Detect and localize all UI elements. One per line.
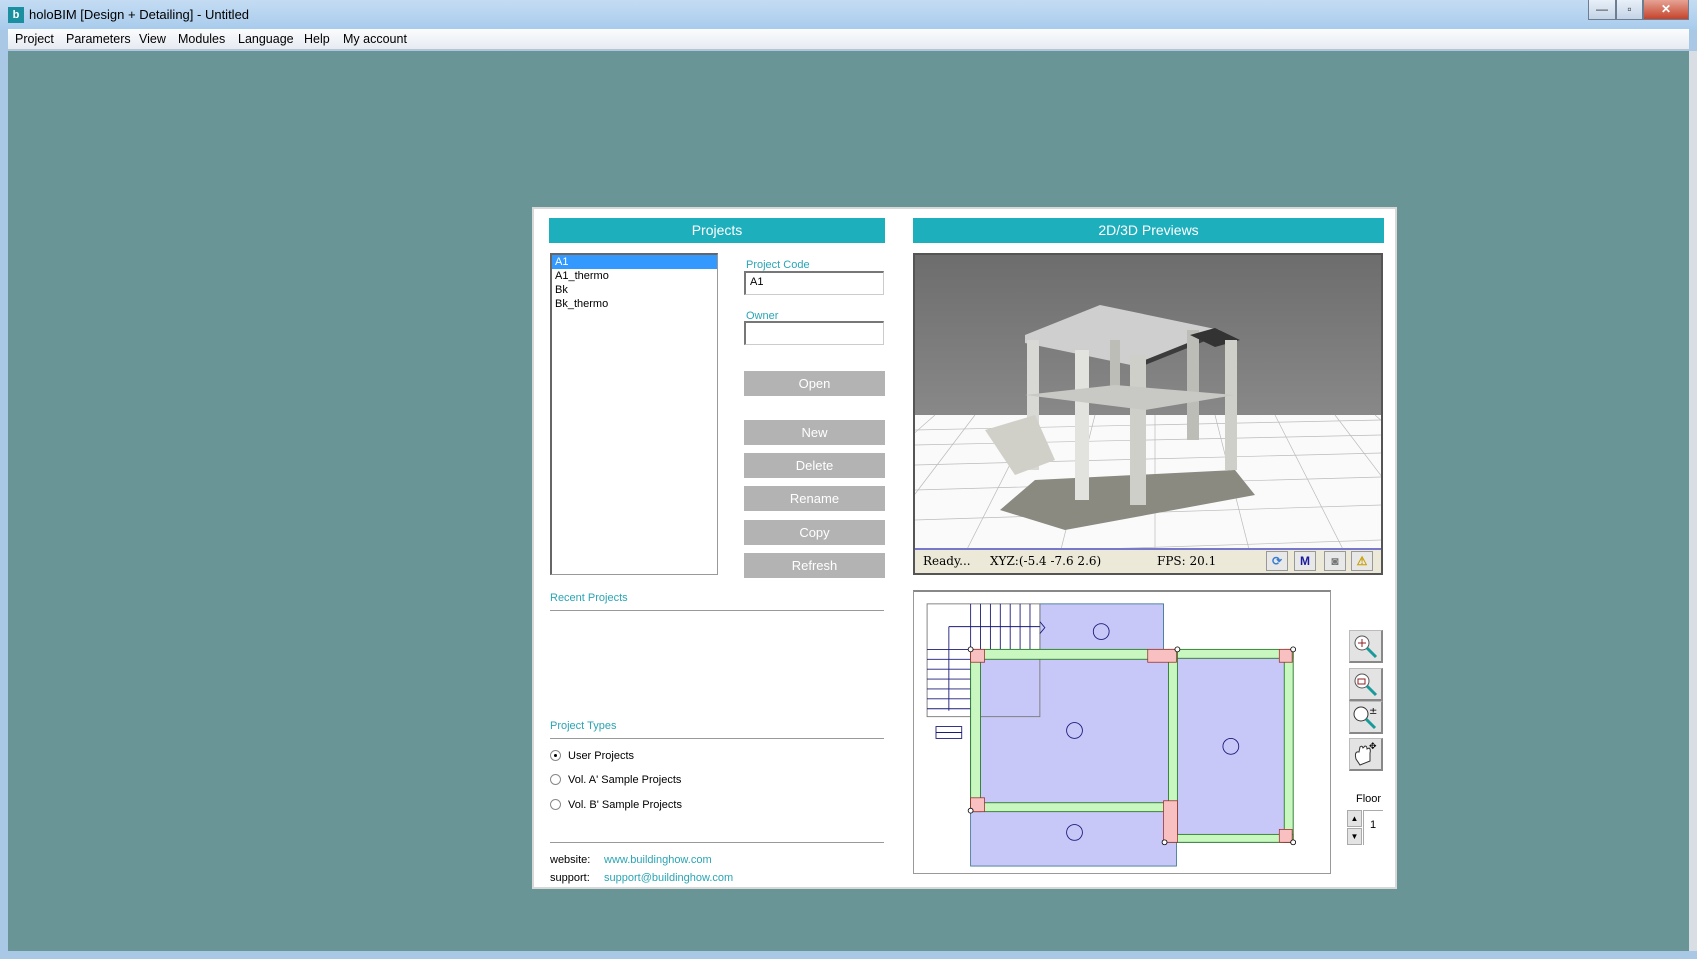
zoom-in-out-button[interactable]: ± xyxy=(1349,701,1383,734)
2d-plan-preview[interactable] xyxy=(913,590,1331,874)
3d-preview[interactable]: Ready... XYZ:(-5.4 -7.6 2.6) FPS: 20.1 ⟳… xyxy=(913,253,1383,575)
list-item[interactable]: A1 xyxy=(552,255,717,269)
website-label: website: xyxy=(550,854,591,866)
menu-modules[interactable]: Modules xyxy=(178,32,225,46)
m-button[interactable]: M xyxy=(1294,551,1316,571)
3d-model-render xyxy=(915,255,1381,573)
menu-help[interactable]: Help xyxy=(304,32,330,46)
open-button[interactable]: Open xyxy=(744,371,885,396)
list-item[interactable]: Bk xyxy=(552,283,717,297)
floor-up-button[interactable]: ▲ xyxy=(1347,810,1362,827)
svg-text:±: ± xyxy=(1369,706,1377,717)
zoom-window-button[interactable] xyxy=(1349,668,1383,701)
title-bar: b holoBIM [Design + Detailing] - Untitle… xyxy=(0,0,1697,30)
menu-view[interactable]: View xyxy=(139,32,166,46)
support-label: support: xyxy=(550,872,590,884)
support-link[interactable]: support@buildinghow.com xyxy=(604,872,733,884)
floor-value[interactable]: 1 xyxy=(1363,810,1383,845)
divider xyxy=(550,842,884,843)
project-code-label: Project Code xyxy=(746,259,810,271)
radio-label: Vol. B' Sample Projects xyxy=(568,799,682,811)
project-dialog: Projects 2D/3D Previews A1 A1_thermo Bk … xyxy=(532,207,1397,889)
radio-user-projects[interactable]: User Projects xyxy=(550,750,634,762)
refresh-button[interactable]: Refresh xyxy=(744,553,885,578)
previews-header: 2D/3D Previews xyxy=(913,218,1384,243)
status-bar: Ready... XYZ:(-5.4 -7.6 2.6) FPS: 20.1 ⟳… xyxy=(915,548,1381,573)
floor-plan-drawing xyxy=(926,603,1297,867)
owner-input[interactable] xyxy=(744,321,884,345)
project-types-label: Project Types xyxy=(550,720,617,732)
radio-label: Vol. A' Sample Projects xyxy=(568,774,682,786)
window-border xyxy=(1689,51,1697,951)
website-link[interactable]: www.buildinghow.com xyxy=(604,854,712,866)
floor-down-button[interactable]: ▼ xyxy=(1347,828,1362,845)
recent-projects-label: Recent Projects xyxy=(550,592,628,604)
projects-header: Projects xyxy=(549,218,885,243)
rename-button[interactable]: Rename xyxy=(744,486,885,511)
menu-my-account[interactable]: My account xyxy=(343,32,407,46)
app-icon: b xyxy=(8,7,24,23)
radio-unchecked-icon xyxy=(550,799,561,810)
zoom-in-out-icon: ± xyxy=(1353,706,1377,730)
svg-text:✥: ✥ xyxy=(1369,742,1377,752)
warning-icon[interactable]: ⚠ xyxy=(1351,551,1373,571)
menu-language[interactable]: Language xyxy=(238,32,294,46)
divider xyxy=(550,610,884,611)
xyz-readout: XYZ:(-5.4 -7.6 2.6) xyxy=(990,554,1102,568)
radio-checked-icon xyxy=(550,750,561,761)
radio-vol-b-samples[interactable]: Vol. B' Sample Projects xyxy=(550,799,682,811)
list-item[interactable]: A1_thermo xyxy=(552,269,717,283)
pan-button[interactable]: ✥ xyxy=(1349,738,1383,771)
minimize-button[interactable]: — xyxy=(1588,0,1616,20)
radio-label: User Projects xyxy=(568,750,635,762)
radio-vol-a-samples[interactable]: Vol. A' Sample Projects xyxy=(550,774,681,786)
pan-hand-icon: ✥ xyxy=(1354,742,1377,766)
project-code-input[interactable]: A1 xyxy=(744,271,884,295)
menu-project[interactable]: Project xyxy=(15,32,54,46)
camera-icon[interactable]: ◙ xyxy=(1324,551,1346,571)
status-text: Ready... xyxy=(923,554,971,568)
window-title: holoBIM [Design + Detailing] - Untitled xyxy=(29,7,250,22)
floor-label: Floor xyxy=(1356,793,1382,805)
zoom-window-icon xyxy=(1354,673,1378,697)
list-item[interactable]: Bk_thermo xyxy=(552,297,717,311)
maximize-button[interactable]: ▫ xyxy=(1616,0,1643,20)
menu-parameters[interactable]: Parameters xyxy=(66,32,131,46)
new-button[interactable]: New xyxy=(744,420,885,445)
refresh-view-icon[interactable]: ⟳ xyxy=(1266,551,1288,571)
fps-readout: FPS: 20.1 xyxy=(1157,554,1217,568)
copy-button[interactable]: Copy xyxy=(744,520,885,545)
radio-unchecked-icon xyxy=(550,774,561,785)
delete-button[interactable]: Delete xyxy=(744,453,885,478)
divider xyxy=(550,738,884,739)
menu-bar: Project Parameters View Modules Language… xyxy=(8,29,1689,50)
zoom-extents-button[interactable] xyxy=(1349,630,1383,663)
close-button[interactable]: ✕ xyxy=(1643,0,1689,20)
zoom-extents-icon xyxy=(1354,635,1378,659)
project-list[interactable]: A1 A1_thermo Bk Bk_thermo xyxy=(550,253,718,575)
